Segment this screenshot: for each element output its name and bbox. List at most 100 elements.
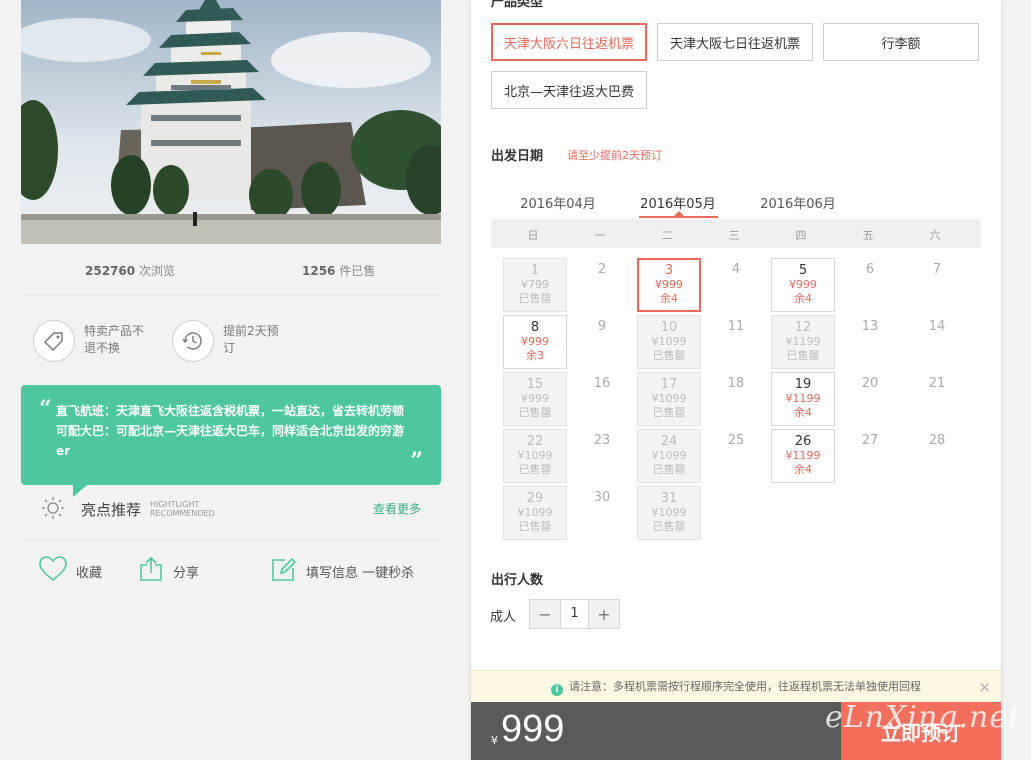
favorite-button[interactable]: 收藏 bbox=[39, 556, 102, 586]
tab-month-05[interactable]: 2016年05月 bbox=[638, 193, 718, 212]
day-number: 31 bbox=[660, 491, 678, 506]
divider bbox=[21, 294, 441, 295]
day-price: ¥1099 bbox=[517, 506, 553, 519]
day-number: 30 bbox=[593, 490, 611, 505]
day-status: 已售罄 bbox=[652, 349, 686, 362]
calendar-day: 28 bbox=[905, 429, 969, 483]
day-number: 11 bbox=[727, 319, 745, 334]
weekday-mon: 一 bbox=[594, 229, 606, 242]
weekday-tue: 二 bbox=[661, 229, 673, 242]
calendar-day: 9 bbox=[570, 315, 634, 369]
day-number: 22 bbox=[526, 434, 544, 449]
day-number: 1 bbox=[530, 263, 540, 278]
calendar-day: 18 bbox=[704, 372, 768, 426]
weekday-sat: 六 bbox=[929, 229, 941, 242]
product-type-title: 产品类型 bbox=[491, 0, 544, 10]
weekday-wed: 三 bbox=[728, 229, 740, 242]
active-tab-underline bbox=[639, 216, 718, 218]
day-status: 已售罄 bbox=[652, 463, 686, 476]
day-price: ¥1199 bbox=[785, 335, 821, 348]
day-number: 23 bbox=[593, 433, 611, 448]
sales-stats: 252760 次浏览 1256 件已售 bbox=[21, 262, 441, 280]
travelers-title: 出行人数 bbox=[491, 573, 544, 588]
calendar-day: 17 ¥1099 已售罄 bbox=[637, 372, 701, 426]
notice-text: 请注意：多程机票需按行程顺序完全使用，往返程机票无法单独使用回程 bbox=[569, 680, 921, 693]
close-icon[interactable]: × bbox=[978, 671, 991, 703]
calendar-day: 30 bbox=[570, 486, 634, 540]
day-price: ¥799 bbox=[521, 278, 549, 291]
quote-line: 可配大巴：可配北京—天津往返大巴车，同样适合北京出发的穷游 bbox=[56, 424, 405, 438]
calendar-day: 14 bbox=[905, 315, 969, 369]
calendar-day: 20 bbox=[838, 372, 902, 426]
day-number: 14 bbox=[928, 319, 946, 334]
day-status: 已售罄 bbox=[652, 406, 686, 419]
highlight-title: 亮点推荐 bbox=[81, 501, 142, 519]
increment-button[interactable]: + bbox=[589, 600, 619, 628]
highlight-quote: “ 直飞航班：天津直飞大阪往返含税机票，一站直达，省去转机劳顿 可配大巴：可配北… bbox=[21, 385, 441, 497]
day-price: ¥1099 bbox=[651, 506, 687, 519]
product-photo bbox=[21, 0, 441, 244]
day-number: 21 bbox=[928, 376, 946, 391]
day-price: ¥1199 bbox=[785, 449, 821, 462]
day-number: 26 bbox=[794, 434, 812, 449]
day-number: 27 bbox=[861, 433, 879, 448]
calendar-day: 11 bbox=[704, 315, 768, 369]
decrement-button[interactable]: − bbox=[530, 600, 560, 628]
product-option-7day[interactable]: 天津大阪七日往返机票 bbox=[657, 23, 813, 61]
day-number: 5 bbox=[798, 263, 808, 278]
day-status: 已售罄 bbox=[518, 520, 552, 533]
product-option-bus[interactable]: 北京—天津往返大巴费 bbox=[491, 71, 647, 109]
day-number: 2 bbox=[597, 262, 607, 277]
views-count: 252760 次浏览 bbox=[85, 264, 175, 278]
view-more-link[interactable]: 查看更多 bbox=[373, 500, 421, 517]
day-number: 13 bbox=[861, 319, 879, 334]
calendar-day: 23 bbox=[570, 429, 634, 483]
product-option-6day[interactable]: 天津大阪六日往返机票 bbox=[491, 23, 647, 61]
product-left-column: 252760 次浏览 1256 件已售 特卖产品不 退不换 提前2天预订 “ 直飞… bbox=[21, 0, 441, 760]
day-status: 余4 bbox=[794, 406, 812, 419]
sold-count: 1256 件已售 bbox=[302, 264, 376, 278]
tag-icon bbox=[33, 320, 75, 362]
day-status: 已售罄 bbox=[786, 349, 820, 362]
tab-month-04[interactable]: 2016年04月 bbox=[518, 193, 598, 212]
tab-month-06[interactable]: 2016年06月 bbox=[758, 193, 838, 212]
share-icon bbox=[138, 556, 164, 586]
calendar-day: 2 bbox=[570, 258, 634, 312]
day-status: 余4 bbox=[660, 292, 678, 305]
day-status: 已售罄 bbox=[652, 520, 686, 533]
calendar-day[interactable]: 19 ¥1199 余4 bbox=[771, 372, 835, 426]
day-number: 3 bbox=[664, 263, 674, 278]
day-number: 24 bbox=[660, 434, 678, 449]
product-option-baggage[interactable]: 行李额 bbox=[823, 23, 979, 61]
day-number: 12 bbox=[794, 320, 812, 335]
weekday-thu: 四 bbox=[795, 229, 807, 242]
day-status: 余3 bbox=[526, 349, 544, 362]
sun-icon bbox=[41, 496, 65, 524]
notice-bar: i 请注意：多程机票需按行程顺序完全使用，往返程机票无法单独使用回程 × bbox=[471, 670, 1001, 702]
feature-no-refund: 特卖产品不 退不换 bbox=[33, 320, 144, 362]
adult-count[interactable]: 1 bbox=[560, 600, 589, 628]
day-number: 15 bbox=[526, 377, 544, 392]
calendar-day[interactable]: 8 ¥999 余3 bbox=[503, 315, 567, 369]
calendar-day: 10 ¥1099 已售罄 bbox=[637, 315, 701, 369]
day-number: 28 bbox=[928, 433, 946, 448]
calendar-day: 7 bbox=[905, 258, 969, 312]
calendar-day[interactable]: 26 ¥1199 余4 bbox=[771, 429, 835, 483]
day-number: 29 bbox=[526, 491, 544, 506]
day-price: ¥1099 bbox=[517, 449, 553, 462]
calendar-day: 22 ¥1099 已售罄 bbox=[503, 429, 567, 483]
day-status: 已售罄 bbox=[518, 406, 552, 419]
day-price: ¥1099 bbox=[651, 335, 687, 348]
calendar-day: 16 bbox=[570, 372, 634, 426]
calendar-day[interactable]: 3 ¥999 余4 bbox=[637, 258, 701, 312]
day-price: ¥999 bbox=[521, 335, 549, 348]
adult-stepper: − 1 + bbox=[529, 599, 620, 629]
watermark: eLnXing.net bbox=[825, 700, 1022, 735]
share-button[interactable]: 分享 bbox=[138, 556, 199, 586]
fill-info-button[interactable]: 填写信息 一键秒杀 bbox=[271, 556, 414, 586]
day-number: 16 bbox=[593, 376, 611, 391]
day-price: ¥1099 bbox=[651, 392, 687, 405]
divider bbox=[21, 540, 441, 541]
calendar-day[interactable]: 5 ¥999 余4 bbox=[771, 258, 835, 312]
day-status: 已售罄 bbox=[518, 463, 552, 476]
